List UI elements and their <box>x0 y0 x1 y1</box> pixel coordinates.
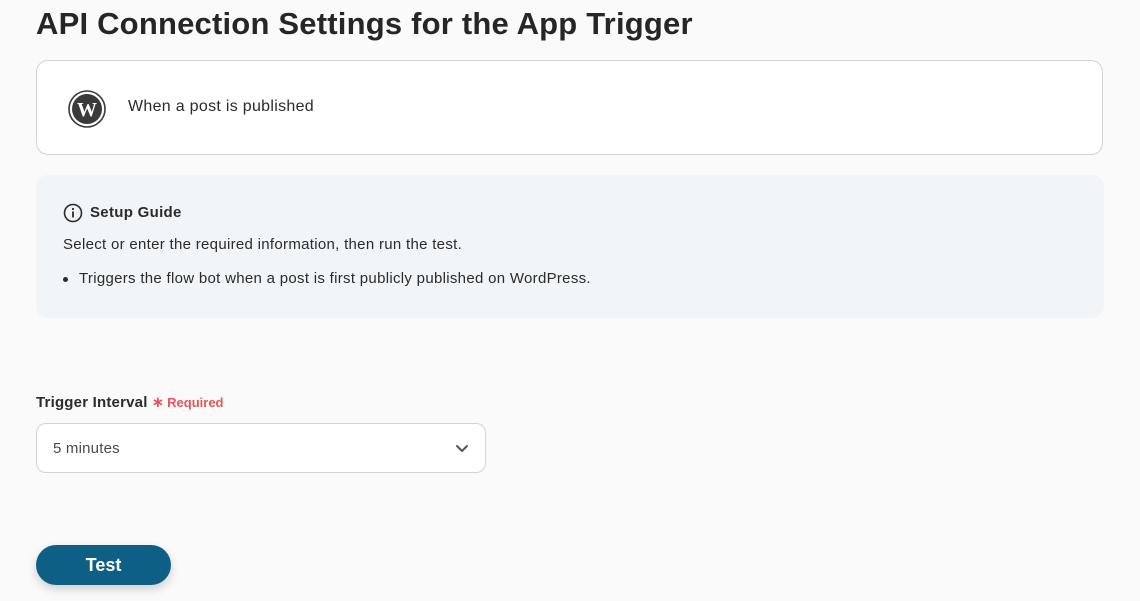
asterisk-icon: ∗ <box>151 394 165 411</box>
setup-guide-title: Setup Guide <box>90 204 182 221</box>
svg-text:W: W <box>77 99 97 121</box>
setup-guide-item: Triggers the flow bot when a post is fir… <box>63 270 591 287</box>
setup-guide-item-text: Triggers the flow bot when a post is fir… <box>79 270 591 287</box>
required-text: Required <box>167 395 224 410</box>
test-button[interactable]: Test <box>36 545 171 585</box>
trigger-interval-select[interactable]: 5 minutes <box>36 423 486 473</box>
trigger-card: W When a post is published <box>36 60 1103 155</box>
bullet-icon <box>63 277 68 282</box>
trigger-interval-value: 5 minutes <box>53 440 120 457</box>
wordpress-icon: W <box>68 90 106 128</box>
trigger-label: When a post is published <box>128 98 314 115</box>
trigger-interval-label-row: Trigger Interval ∗ Required <box>36 394 224 411</box>
setup-guide: Setup Guide Select or enter the required… <box>36 175 1104 318</box>
chevron-down-icon <box>456 445 468 452</box>
page-title: API Connection Settings for the App Trig… <box>36 6 693 41</box>
trigger-interval-label: Trigger Interval <box>36 394 148 411</box>
setup-guide-description: Select or enter the required information… <box>63 236 463 253</box>
setup-guide-list: Triggers the flow bot when a post is fir… <box>63 270 591 287</box>
required-badge: ∗ Required <box>152 395 224 410</box>
info-icon <box>63 203 83 223</box>
